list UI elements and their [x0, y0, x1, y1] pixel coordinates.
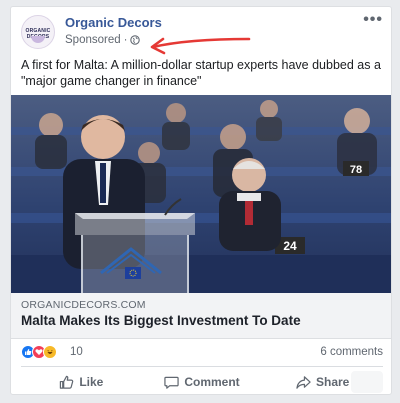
reaction-icons[interactable]: [21, 345, 57, 359]
thumbs-up-icon: [60, 375, 74, 389]
post-meta: Sponsored ·: [65, 34, 141, 46]
reactions-bar: 10 6 comments: [21, 345, 383, 363]
like-label: Like: [79, 375, 104, 389]
placard-number-1: 78: [350, 164, 362, 176]
sponsored-post-card: ORGANIC DECORS Organic Decors Sponsored …: [10, 6, 392, 395]
placard-number-2: 24: [283, 239, 297, 253]
reaction-count[interactable]: 10: [70, 346, 83, 358]
avatar-logo-mark: [31, 36, 45, 43]
globe-icon: [130, 35, 141, 45]
parliament-photo: 78 24: [11, 95, 391, 293]
haha-icon: [43, 345, 57, 359]
comment-icon: [164, 376, 179, 389]
link-domain: ORGANICDECORS.COM: [21, 299, 146, 311]
page-avatar[interactable]: ORGANIC DECORS: [21, 15, 55, 49]
audience-selector-placeholder: [351, 371, 383, 393]
post-text: A first for Malta: A million-dollar star…: [21, 58, 381, 88]
comment-label: Comment: [184, 375, 240, 389]
link-preview[interactable]: ORGANICDECORS.COM Malta Makes Its Bigges…: [11, 293, 391, 339]
like-button[interactable]: Like: [21, 369, 142, 395]
link-headline[interactable]: Malta Makes Its Biggest Investment To Da…: [21, 313, 301, 328]
post-header: ORGANIC DECORS Organic Decors Sponsored …: [21, 11, 383, 55]
share-icon: [296, 375, 311, 389]
more-options-button[interactable]: •••: [363, 11, 383, 29]
post-actions: Like Comment Share: [21, 369, 383, 395]
actions-divider: [21, 366, 383, 367]
page-name-link[interactable]: Organic Decors: [65, 15, 162, 30]
meta-separator: ·: [123, 34, 128, 46]
post-image[interactable]: 78 24: [11, 95, 391, 293]
comments-count[interactable]: 6 comments: [320, 346, 383, 358]
sponsored-label[interactable]: Sponsored: [65, 34, 121, 46]
share-label: Share: [316, 375, 350, 389]
annotation-arrow: [150, 37, 251, 55]
comment-button[interactable]: Comment: [142, 369, 263, 395]
